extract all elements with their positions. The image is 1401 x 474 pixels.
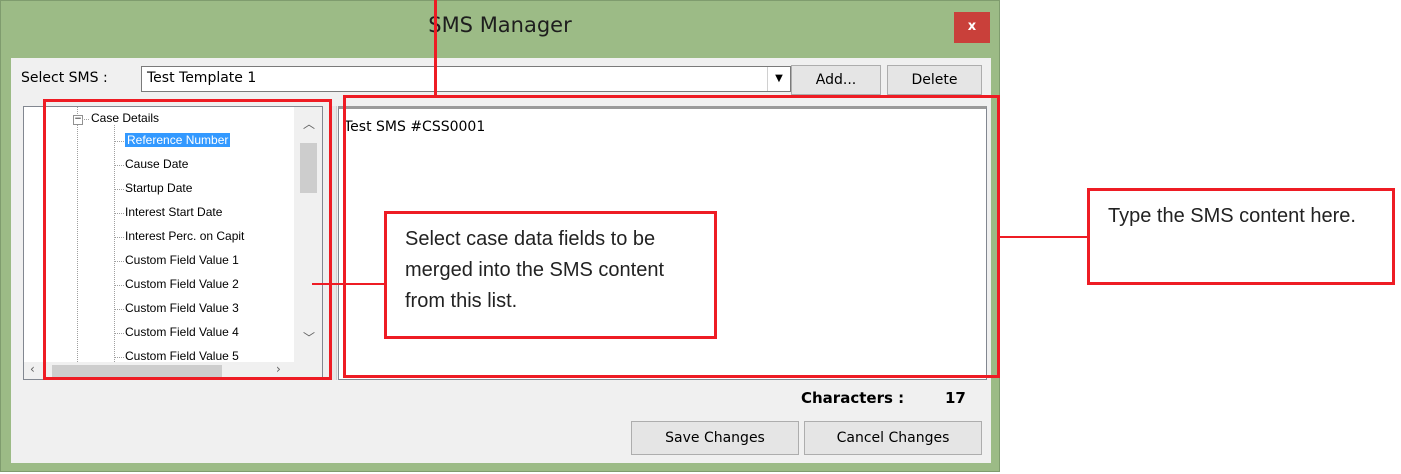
- fields-highlight-box: [43, 99, 332, 380]
- content-callout: Type the SMS content here.: [1087, 188, 1395, 285]
- fields-callout: Select case data fields to be merged int…: [384, 211, 717, 339]
- select-sms-dropdown[interactable]: Test Template 1 ▼: [141, 66, 791, 92]
- chevron-down-icon[interactable]: ▼: [767, 67, 790, 91]
- content-connector-line: [1000, 236, 1088, 238]
- window-title: SMS Manager: [428, 13, 572, 37]
- selected-template-text: Test Template 1: [147, 70, 257, 86]
- delete-button[interactable]: Delete: [887, 65, 982, 95]
- cancel-changes-button[interactable]: Cancel Changes: [804, 421, 982, 455]
- chevron-left-icon[interactable]: ‹: [30, 362, 35, 376]
- title-bar[interactable]: SMS Manager x: [1, 1, 999, 57]
- characters-label: Characters :: [801, 389, 905, 407]
- add-button[interactable]: Add...: [791, 65, 881, 95]
- annotation-arrow-line: [434, 0, 437, 96]
- select-sms-label: Select SMS :: [21, 70, 108, 86]
- close-icon[interactable]: x: [954, 12, 990, 43]
- fields-connector-line: [312, 283, 385, 285]
- save-changes-button[interactable]: Save Changes: [631, 421, 799, 455]
- characters-count: 17: [945, 389, 966, 407]
